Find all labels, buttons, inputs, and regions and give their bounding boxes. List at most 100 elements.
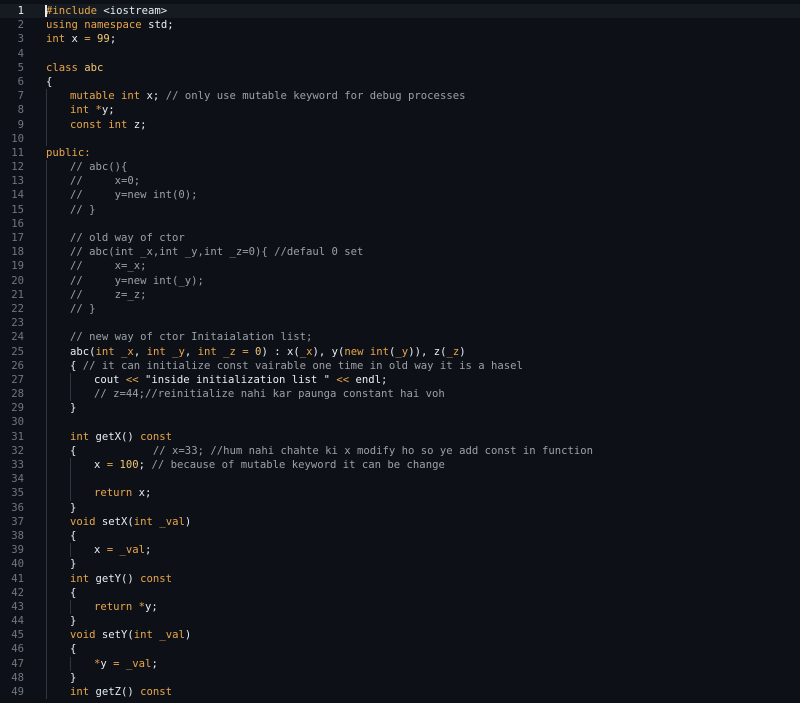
- code-line[interactable]: 17 // old way of ctor: [0, 231, 800, 246]
- code-token: (): [121, 572, 141, 585]
- code-text: int x = 99;: [46, 32, 116, 46]
- code-token: cout: [94, 373, 126, 386]
- code-line[interactable]: 40}: [0, 557, 800, 572]
- indent-guide: [46, 131, 47, 146]
- line-number: 37: [11, 515, 24, 528]
- code-text: // }: [70, 302, 96, 316]
- code-token: // y=new int(0);: [70, 189, 198, 202]
- line-number: 25: [11, 345, 24, 358]
- indent-guide: [70, 387, 71, 402]
- code-line[interactable]: 28 // z=44;//reinitialize nahi kar paunga…: [0, 387, 800, 402]
- code-line[interactable]: 35 return x;: [0, 486, 800, 501]
- line-number: 35: [11, 487, 24, 500]
- code-line[interactable]: 44}: [0, 614, 800, 629]
- code-token: _z: [223, 345, 243, 358]
- code-token: // because of mutable keyword it can be …: [151, 459, 445, 471]
- code-text: #include <iostream>: [46, 4, 167, 18]
- code-line[interactable]: 14 // y=new int(0);: [0, 188, 800, 203]
- code-token: int: [133, 629, 160, 642]
- indent-guide: [46, 500, 47, 515]
- code-line[interactable]: 19 // x=_x;: [0, 259, 800, 274]
- code-editor[interactable]: 1 #include <iostream> 2 using namespace std…: [0, 4, 800, 703]
- code-token: _y: [172, 345, 185, 358]
- indent-guide: [70, 599, 71, 615]
- code-line[interactable]: 10: [0, 131, 800, 146]
- code-line[interactable]: 6{: [0, 75, 800, 89]
- code-line[interactable]: 27 cout << "inside initialization list " …: [0, 372, 800, 388]
- indent-guide: [46, 259, 47, 274]
- code-token: using namespace: [46, 19, 149, 32]
- code-line[interactable]: 31 int getX() const: [0, 429, 800, 444]
- code-line[interactable]: 41 int getY() const: [0, 571, 800, 586]
- code-line[interactable]: 1 #include <iostream>: [0, 4, 800, 19]
- code-line[interactable]: 23: [0, 316, 800, 331]
- code-line[interactable]: 18 // abc(int _x,int _y,int _z=0){ //defa…: [0, 245, 800, 260]
- code-line[interactable]: 45 void setY(int _val): [0, 628, 800, 643]
- code-line[interactable]: 5 class abc: [0, 61, 800, 75]
- code-line[interactable]: 3 int x = 99;: [0, 32, 800, 46]
- code-token: // z=_z;: [70, 288, 147, 301]
- code-line[interactable]: 20 // y=new int(_y);: [0, 273, 800, 288]
- line-number: 28: [11, 388, 24, 401]
- code-line[interactable]: 16: [0, 216, 800, 231]
- code-token: void: [70, 629, 102, 642]
- code-line[interactable]: 12 // abc(){: [0, 160, 800, 175]
- code-token: setY: [101, 629, 128, 642]
- code-line[interactable]: 2 using namespace std;: [0, 18, 800, 32]
- code-line[interactable]: 43 return *y;: [0, 599, 800, 615]
- line-number: 49: [11, 686, 24, 698]
- code-text: {: [70, 529, 76, 543]
- code-token: public:: [46, 146, 91, 159]
- code-line[interactable]: 30: [0, 415, 800, 430]
- code-text: int getZ() const: [70, 685, 172, 699]
- code-line[interactable]: 32 { // x=33; //hum nahi chahte ki x modi…: [0, 443, 800, 458]
- code-line[interactable]: 46 {: [0, 642, 800, 657]
- code-text: // old way of ctor: [70, 231, 185, 245]
- code-line[interactable]: 15 // }: [0, 202, 800, 217]
- code-line[interactable]: 38 {: [0, 528, 800, 544]
- code-line[interactable]: 11 public:: [0, 146, 800, 160]
- code-line[interactable]: 8 int *y;: [0, 103, 800, 118]
- indent-guide: [46, 656, 47, 671]
- code-line[interactable]: 13 // x=0;: [0, 174, 800, 189]
- code-token: // }: [70, 203, 96, 216]
- indent-guide: [46, 160, 47, 175]
- code-line[interactable]: 48}: [0, 670, 800, 685]
- code-line[interactable]: 7 mutable int x; // only use mutable keyw…: [0, 89, 800, 104]
- code-line[interactable]: 9 const int z;: [0, 117, 800, 132]
- line-number: 31: [11, 430, 24, 443]
- code-line[interactable]: 24 // new way of ctor Initaialation list;: [0, 330, 800, 345]
- code-line[interactable]: 37 void setX(int _val): [0, 514, 800, 529]
- line-number: 16: [11, 217, 24, 230]
- code-token: x;: [138, 487, 152, 500]
- code-token: =: [113, 657, 126, 670]
- code-token: (): [121, 430, 141, 443]
- code-token: y: [100, 657, 114, 670]
- code-line[interactable]: 39 x = _val;: [0, 543, 800, 558]
- code-line[interactable]: 26 { // it can initialize const vairable …: [0, 358, 800, 373]
- code-line[interactable]: 42 {: [0, 585, 800, 600]
- code-line[interactable]: 22 // }: [0, 301, 800, 317]
- code-token: {: [46, 75, 53, 88]
- indent-guide: [46, 401, 47, 416]
- indent-guide: [46, 543, 47, 558]
- code-line[interactable]: 25 abc(int _x, int _y, int _z = 0) : x(_x…: [0, 344, 800, 359]
- code-line[interactable]: 33 x = 100; // because of mutable keyword…: [0, 458, 800, 473]
- code-token: {: [70, 529, 77, 542]
- code-line[interactable]: 47 *y = _val;: [0, 656, 800, 671]
- line-number: 5: [17, 61, 24, 74]
- code-line[interactable]: 49 int getZ() const: [0, 685, 800, 700]
- code-line[interactable]: 34: [0, 472, 800, 487]
- line-number: 23: [11, 317, 24, 330]
- line-number: 4: [17, 47, 24, 60]
- code-text: // z=44;//reinitialize nahi kar paunga c…: [94, 387, 445, 401]
- code-line[interactable]: 29}: [0, 401, 800, 416]
- code-line[interactable]: 36}: [0, 500, 800, 515]
- code-token: // }: [70, 302, 96, 315]
- code-token: ;: [138, 459, 152, 471]
- code-token: // it can initialize const vairable one …: [82, 359, 523, 372]
- code-line[interactable]: 4: [0, 47, 800, 61]
- code-line[interactable]: 21 // z=_z;: [0, 287, 800, 302]
- code-text: x = 100; // because of mutable keyword i…: [94, 458, 445, 472]
- code-token: int: [70, 572, 96, 585]
